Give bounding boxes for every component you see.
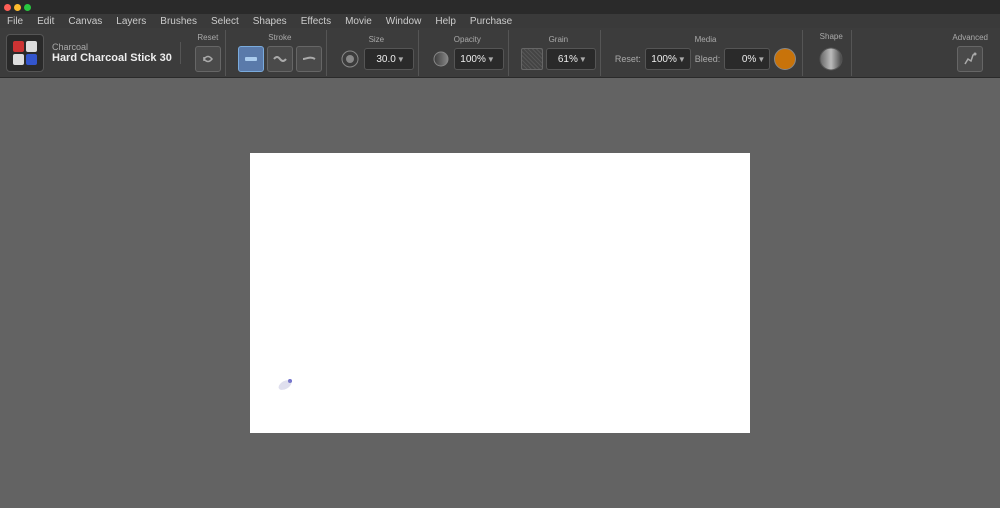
- opacity-label: Opacity: [454, 35, 481, 44]
- reset-section: Reset: [191, 30, 226, 76]
- media-reset-spinbox[interactable]: ▼: [645, 48, 691, 70]
- media-bleed-arrow[interactable]: ▼: [756, 55, 766, 64]
- opacity-input[interactable]: [458, 54, 486, 65]
- menu-purchase[interactable]: Purchase: [467, 15, 515, 28]
- size-section: Size ▼: [335, 30, 419, 76]
- media-bleed-input[interactable]: [728, 54, 756, 65]
- grain-label: Grain: [549, 35, 569, 44]
- media-reset-arrow[interactable]: ▼: [677, 55, 687, 64]
- stroke-type-3-button[interactable]: [296, 46, 322, 72]
- title-bar: [0, 0, 1000, 14]
- advanced-button[interactable]: [957, 46, 983, 72]
- stroke-label: Stroke: [268, 33, 291, 42]
- advanced-label: Advanced: [952, 33, 988, 42]
- opacity-section: Opacity ▼: [427, 30, 509, 76]
- media-bleed-spinbox[interactable]: ▼: [724, 48, 770, 70]
- size-spinbox[interactable]: ▼: [364, 48, 414, 70]
- opacity-spinbox[interactable]: ▼: [454, 48, 504, 70]
- brush-name: Hard Charcoal Stick 30: [52, 52, 172, 64]
- canvas-area[interactable]: [0, 78, 1000, 508]
- drawing-canvas[interactable]: [250, 153, 750, 433]
- opacity-down-arrow[interactable]: ▼: [486, 55, 496, 64]
- menu-layers[interactable]: Layers: [113, 15, 149, 28]
- media-color-swatch[interactable]: [774, 48, 796, 70]
- shape-preview-icon[interactable]: [817, 45, 845, 73]
- media-section: Media Reset: ▼ Bleed: ▼: [609, 30, 803, 76]
- media-reset-input[interactable]: [649, 54, 677, 65]
- minimize-button[interactable]: [14, 4, 21, 11]
- stroke-type-1-button[interactable]: [238, 46, 264, 72]
- shape-section: Shape: [811, 30, 852, 76]
- brush-icon[interactable]: [6, 34, 44, 72]
- size-label: Size: [369, 35, 385, 44]
- advanced-section: Advanced: [946, 30, 994, 76]
- close-button[interactable]: [4, 4, 11, 11]
- shape-label: Shape: [820, 32, 843, 41]
- brush-category: Charcoal: [52, 42, 88, 52]
- menu-shapes[interactable]: Shapes: [250, 15, 290, 28]
- grain-preview-icon: [521, 48, 543, 70]
- menu-bar: File Edit Canvas Layers Brushes Select S…: [0, 14, 1000, 28]
- grain-input[interactable]: [550, 54, 578, 65]
- reset-label: Reset: [197, 33, 218, 42]
- maximize-button[interactable]: [24, 4, 31, 11]
- opacity-circle-icon: [431, 49, 451, 69]
- cursor-stroke: [277, 378, 293, 392]
- menu-brushes[interactable]: Brushes: [157, 15, 200, 28]
- menu-file[interactable]: File: [4, 15, 26, 28]
- media-label: Media: [695, 35, 717, 44]
- window-controls[interactable]: [4, 4, 31, 11]
- menu-canvas[interactable]: Canvas: [65, 15, 105, 28]
- menu-select[interactable]: Select: [208, 15, 242, 28]
- menu-help[interactable]: Help: [432, 15, 459, 28]
- menu-movie[interactable]: Movie: [342, 15, 375, 28]
- size-down-arrow[interactable]: ▼: [396, 55, 406, 64]
- grain-down-arrow[interactable]: ▼: [578, 55, 588, 64]
- menu-window[interactable]: Window: [383, 15, 425, 28]
- size-input[interactable]: [368, 54, 396, 65]
- brush-info[interactable]: Charcoal Hard Charcoal Stick 30: [52, 42, 181, 64]
- bleed-label-media: Bleed:: [695, 54, 721, 64]
- reset-label-media: Reset:: [615, 54, 641, 64]
- stroke-type-2-button[interactable]: [267, 46, 293, 72]
- stroke-section: Stroke: [234, 30, 327, 76]
- grain-section: Grain ▼: [517, 30, 601, 76]
- size-circle-icon: [339, 48, 361, 70]
- toolbar: Charcoal Hard Charcoal Stick 30 Reset St…: [0, 28, 1000, 78]
- grain-spinbox[interactable]: ▼: [546, 48, 596, 70]
- menu-effects[interactable]: Effects: [298, 15, 334, 28]
- reset-button[interactable]: [195, 46, 221, 72]
- menu-edit[interactable]: Edit: [34, 15, 57, 28]
